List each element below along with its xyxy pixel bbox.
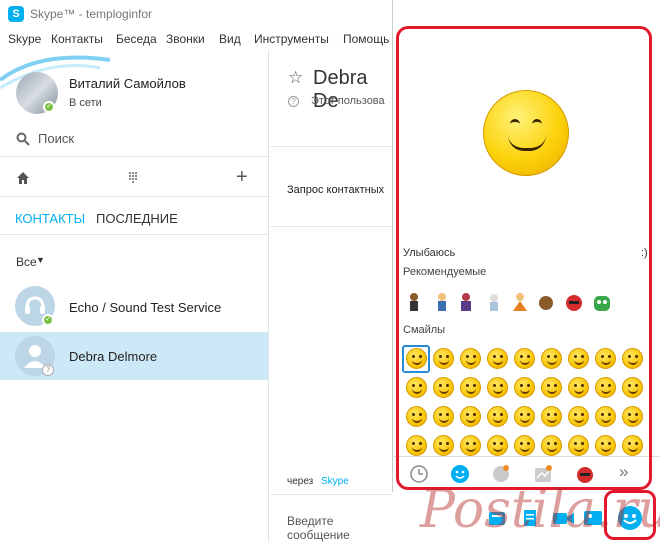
divider (0, 156, 268, 157)
tab-contacts[interactable]: КОНТАКТЫ (15, 211, 85, 226)
dialpad-icon[interactable] (128, 171, 138, 185)
via-label: через (287, 476, 314, 487)
divider (0, 196, 268, 197)
chat-subtitle: Этот пользова (311, 95, 385, 107)
contact-row-debra[interactable]: ? Debra Delmore (0, 332, 268, 380)
favorite-star-icon[interactable]: ☆ (288, 68, 303, 88)
tab-recent[interactable]: ПОСЛЕДНИЕ (96, 211, 178, 226)
profile-name[interactable]: Виталий Самойлов (69, 76, 186, 91)
online-status-icon: ✓ (43, 101, 55, 113)
menu-skype[interactable]: Skype (8, 32, 41, 46)
contact-name: Echo / Sound Test Service (69, 300, 222, 315)
chevron-down-icon[interactable]: ▼ (36, 255, 45, 265)
contact-row-echo[interactable]: ✓ Echo / Sound Test Service (0, 282, 268, 332)
message-input[interactable]: Введите сообщение (287, 514, 392, 542)
menu-view[interactable]: Вид (219, 32, 241, 46)
emoticon-panel-highlight (396, 26, 652, 490)
divider (270, 226, 392, 227)
window-title: Skype™ - temploginfor (30, 7, 153, 21)
contact-request-text: Запрос контактных (287, 184, 385, 196)
title-bar: S Skype™ - temploginfor (0, 0, 392, 28)
add-contact-icon[interactable]: + (236, 166, 248, 189)
help-icon: ? (288, 96, 299, 107)
contact-name: Debra Delmore (69, 349, 158, 364)
skype-link[interactable]: Skype (321, 476, 349, 487)
filter-dropdown[interactable]: Все (16, 255, 37, 269)
menu-tools[interactable]: Инструменты (254, 32, 329, 46)
menu-help[interactable]: Помощь (343, 32, 389, 46)
divider (270, 146, 392, 147)
skype-logo-icon: S (8, 6, 24, 22)
home-icon[interactable] (16, 171, 30, 185)
online-status-icon: ✓ (42, 314, 54, 326)
sidebar: ✓ Виталий Самойлов В сети Поиск + КОНТАК… (0, 50, 269, 542)
search-icon (16, 132, 30, 146)
watermark: Postila.ru (420, 480, 660, 540)
profile-status[interactable]: В сети (69, 97, 102, 109)
menu-contacts[interactable]: Контакты (51, 32, 103, 46)
search-label[interactable]: Поиск (38, 131, 74, 146)
menu-bar: Skype Контакты Беседа Звонки Вид Инструм… (0, 28, 392, 50)
divider (270, 494, 392, 495)
menu-conversation[interactable]: Беседа (116, 32, 157, 46)
unknown-status-icon: ? (42, 364, 54, 376)
divider (0, 234, 268, 235)
menu-calls[interactable]: Звонки (166, 32, 205, 46)
chat-area: ☆ Debra De ? Этот пользова Запрос контак… (270, 50, 392, 542)
